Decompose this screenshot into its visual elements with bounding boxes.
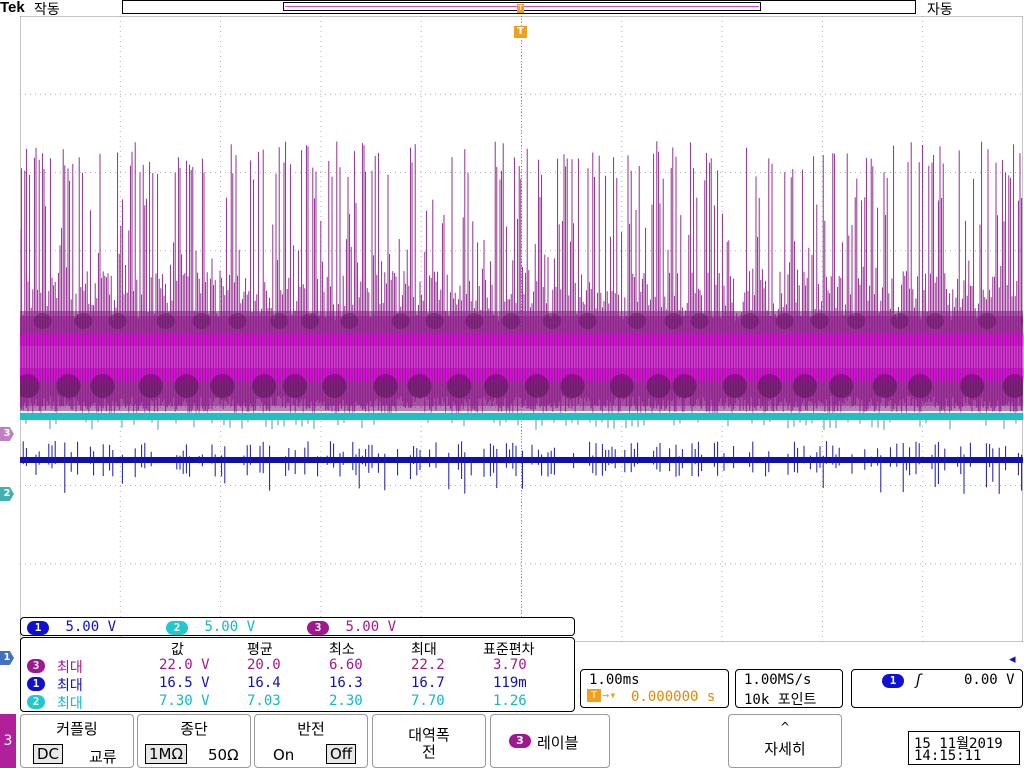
- chevron-up-icon: ^: [779, 720, 791, 734]
- header-mean: 평균: [247, 642, 273, 658]
- trigger-position-top-icon: T: [517, 4, 524, 13]
- record-length: 10k 포인트: [744, 692, 817, 708]
- label-title: 레이블: [537, 734, 579, 752]
- trigger-readout[interactable]: 1 ʃ 0.00 V: [851, 669, 1023, 708]
- sample-rate: 1.00MS/s: [744, 672, 812, 688]
- ch3-scale[interactable]: 3 5.00 V: [307, 619, 396, 635]
- date-time-display: 15 11월2019 14:15:11: [908, 731, 1020, 765]
- bandwidth-value: 전: [422, 743, 436, 761]
- termination-50-option[interactable]: 50Ω: [208, 746, 239, 764]
- rising-edge-icon: ʃ: [914, 671, 924, 689]
- channel-scale-bar: 1 5.00 V 2 5.00 V 3 5.00 V: [20, 617, 575, 636]
- waveform-graticule[interactable]: [20, 16, 1023, 642]
- sample-rate-readout[interactable]: 1.00MS/s 10k 포인트: [735, 669, 843, 708]
- ch3-ground-marker[interactable]: 3: [0, 427, 14, 441]
- invert-on-option[interactable]: On: [273, 746, 294, 764]
- header-stddev: 표준편차: [483, 642, 535, 658]
- header-min: 최소: [329, 642, 355, 658]
- measurement-table[interactable]: 값 평균 최소 최대 표준편차 3 최대 22.0 V 20.0 6.60 22…: [20, 637, 575, 712]
- trigger-point-marker[interactable]: T: [514, 26, 527, 38]
- trigger-level: 0.00 V: [964, 672, 1015, 688]
- trigger-source: 1: [882, 674, 904, 688]
- label-button[interactable]: 3 레이블: [490, 714, 610, 768]
- top-status-bar: Tek 작동 T 자동: [0, 0, 1024, 18]
- invert-off-option[interactable]: Off: [326, 744, 357, 764]
- ch2-scale[interactable]: 2 5.00 V: [166, 619, 255, 635]
- coupling-ac-option[interactable]: 교류: [89, 746, 117, 767]
- invert-button[interactable]: 반전 On Off: [254, 714, 368, 768]
- tek-logo: Tek: [0, 0, 25, 16]
- horizontal-scale: 1.00ms: [589, 672, 640, 688]
- header-max: 최대: [411, 642, 437, 658]
- more-button[interactable]: ^ 자세히: [728, 714, 842, 768]
- horizontal-position: 0.000000 s: [631, 689, 716, 705]
- coupling-button[interactable]: 커플링 DC 교류: [20, 714, 134, 768]
- trigger-position-icon: T: [587, 689, 601, 702]
- arrow-right-down-icon: →▾: [602, 688, 617, 702]
- menu-channel-tab: 3: [0, 714, 16, 768]
- ch1-scale[interactable]: 1 5.00 V: [27, 619, 116, 635]
- ch3-waveform: [20, 141, 1023, 416]
- time: 14:15:11: [914, 748, 982, 764]
- trigger-level-arrow-icon: ◂: [1009, 652, 1016, 667]
- header-value: 값: [171, 642, 184, 658]
- bandwidth-button[interactable]: 대역폭 전: [372, 714, 486, 768]
- termination-button[interactable]: 종단 1MΩ 50Ω: [137, 714, 251, 768]
- timebase-readout[interactable]: 1.00ms T →▾ 0.000000 s: [580, 669, 729, 708]
- ch2-ground-marker[interactable]: 2: [0, 487, 14, 501]
- termination-1m-option[interactable]: 1MΩ: [145, 744, 187, 764]
- more-title: 자세히: [764, 740, 806, 758]
- coupling-dc-option[interactable]: DC: [33, 744, 64, 764]
- ch1-ground-marker[interactable]: 1: [0, 651, 14, 665]
- ch3-badge: 3: [509, 734, 531, 748]
